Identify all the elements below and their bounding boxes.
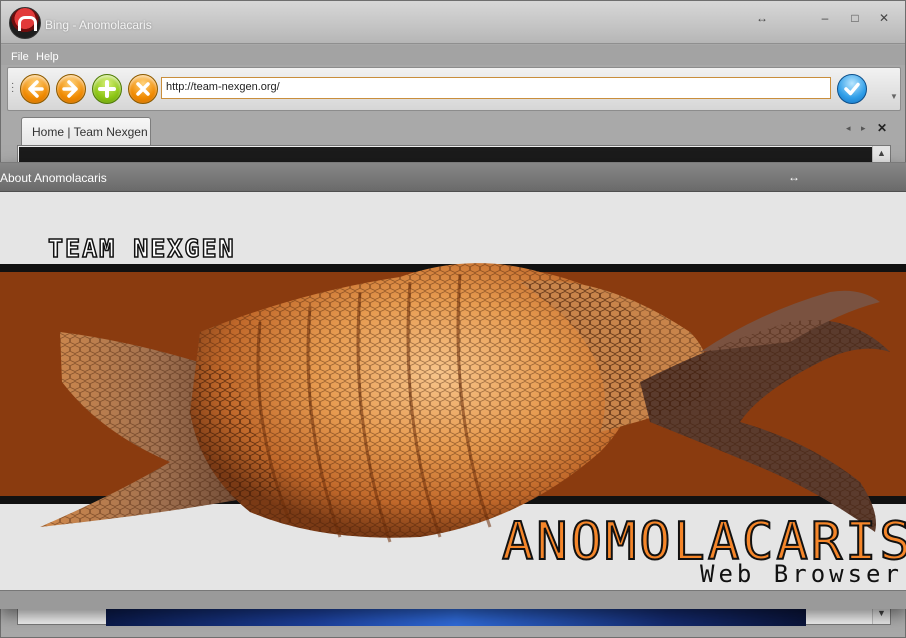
menu-help[interactable]: Help: [36, 51, 59, 63]
about-title: About Anomolacaris: [0, 171, 107, 185]
tab-home[interactable]: Home | Team Nexgen: [21, 117, 151, 145]
menu-file[interactable]: File: [11, 51, 29, 63]
arrow-right-icon: [62, 80, 78, 98]
app-logo-icon[interactable]: [9, 7, 41, 39]
about-footer-bar: [0, 590, 906, 609]
about-dialog: About Anomolacaris ↔ TEAM NEXGEN ANOMOLA…: [0, 162, 906, 609]
tab-scroll-left-icon[interactable]: ◂: [846, 123, 851, 134]
close-button[interactable]: ✕: [875, 11, 893, 25]
about-resize-icon[interactable]: ↔: [788, 170, 800, 184]
window-title: Bing - Anomolacaris: [45, 18, 152, 32]
arrow-left-icon: [28, 80, 44, 98]
about-splash: TEAM NEXGEN ANOMOLACARIS Web Browser: [0, 192, 906, 590]
go-button[interactable]: [837, 74, 867, 104]
scroll-up-icon[interactable]: ▲: [877, 148, 886, 158]
toolbar-grip-icon[interactable]: · · ·: [11, 79, 14, 97]
back-button[interactable]: [20, 74, 50, 104]
toolbar-overflow-icon[interactable]: ▼: [890, 92, 898, 101]
tab-close-icon[interactable]: ✕: [877, 121, 887, 135]
minimize-button[interactable]: –: [816, 11, 834, 25]
plus-icon: [98, 80, 116, 98]
tab-scroll-right-icon[interactable]: ▸: [861, 123, 866, 134]
forward-button[interactable]: [56, 74, 86, 104]
menu-bar: File Help: [1, 45, 905, 65]
navigation-toolbar: · · · http://team-nexgen.org/ ▼: [7, 67, 901, 111]
about-title-bar[interactable]: About Anomolacaris ↔: [0, 163, 906, 192]
new-tab-button[interactable]: [92, 74, 122, 104]
x-icon: [136, 82, 150, 96]
product-subtitle: Web Browser: [700, 560, 903, 588]
address-input[interactable]: http://team-nexgen.org/: [161, 77, 831, 99]
stop-button[interactable]: [128, 74, 158, 104]
title-bar[interactable]: Bing - Anomolacaris ↔ – □ ✕: [1, 1, 905, 44]
tab-strip: Home | Team Nexgen ◂ ▸ ✕: [1, 111, 905, 145]
page-header-strip: [19, 147, 873, 163]
checkmark-icon: [844, 82, 860, 96]
resize-icon[interactable]: ↔: [753, 11, 771, 25]
scroll-down-icon[interactable]: ▼: [877, 608, 886, 618]
maximize-button[interactable]: □: [846, 11, 864, 25]
